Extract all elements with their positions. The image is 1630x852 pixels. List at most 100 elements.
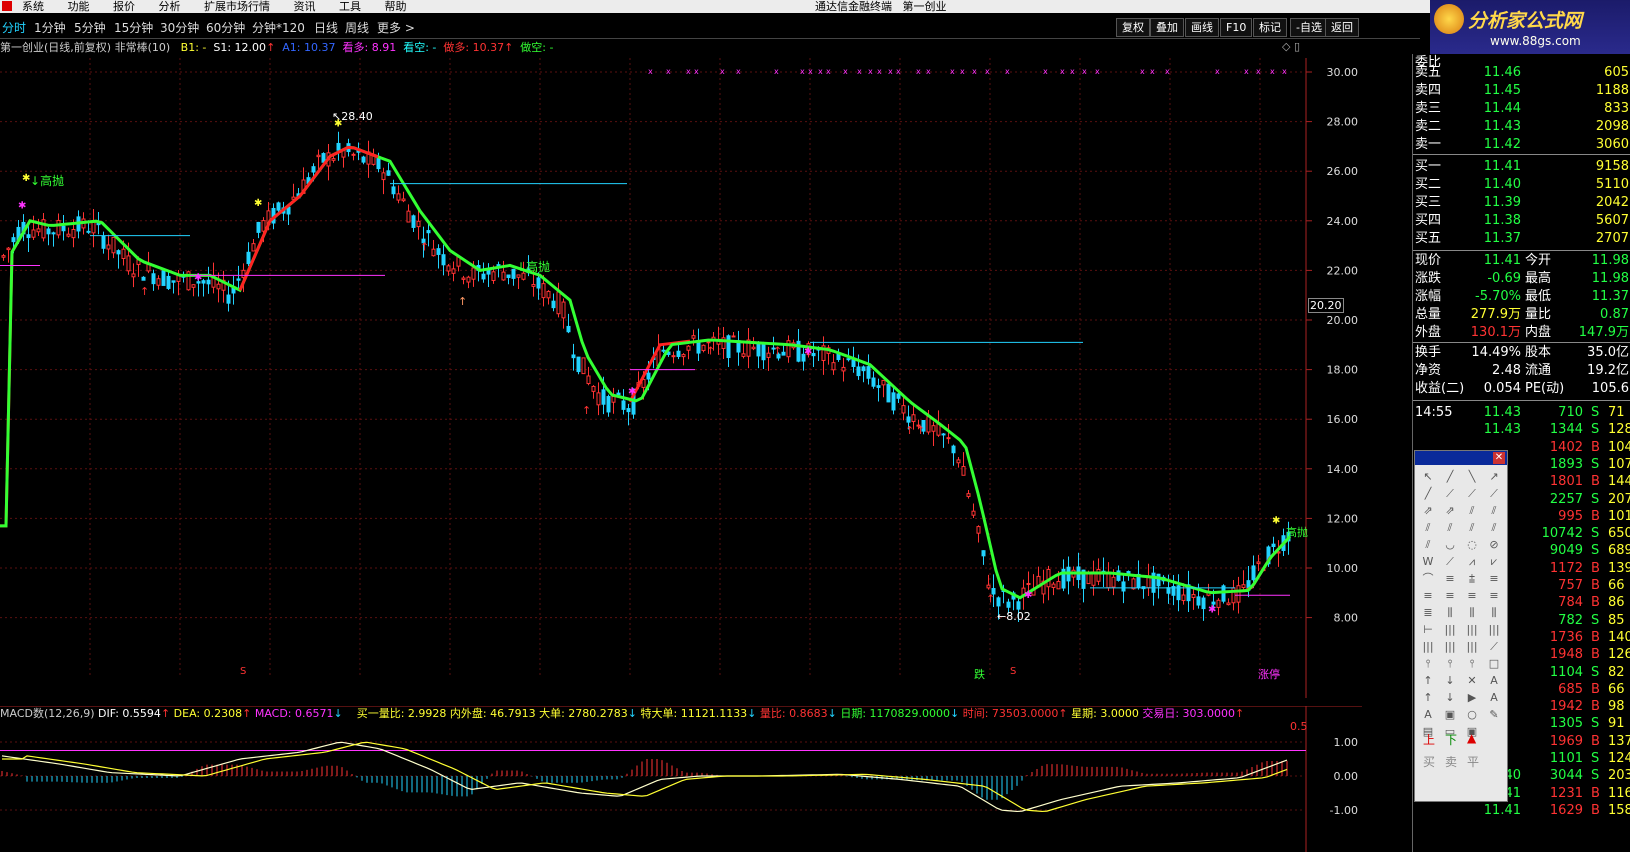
drawing-tool-icon[interactable]: ⫽ (1419, 537, 1437, 553)
drawing-tool-icon[interactable]: ⟋ (1441, 554, 1459, 570)
drawing-tool-icon[interactable]: ⫽ (1463, 520, 1481, 536)
tool-flag-icon[interactable]: ▲ (1467, 731, 1476, 745)
bid-row[interactable]: 买二 11.40 5110 (1413, 176, 1630, 194)
menu-function[interactable]: 功能 (68, 0, 90, 13)
menu-help[interactable]: 帮助 (385, 0, 407, 13)
bid-row[interactable]: 买四 11.38 5607 (1413, 212, 1630, 230)
drawing-tool-icon[interactable]: ⫯ (1463, 656, 1481, 672)
drawing-tool-icon[interactable]: ⫼ (1441, 605, 1459, 621)
drawing-tool-icon[interactable]: ✕ (1463, 673, 1481, 689)
period-tab-1min[interactable]: 1分钟 (34, 19, 66, 36)
menu-analysis[interactable]: 分析 (159, 0, 181, 13)
drawing-tool-icon[interactable]: ↖ (1419, 469, 1437, 485)
overlay-button[interactable]: 叠加 (1150, 18, 1184, 37)
drawing-tool-icon[interactable]: ⫯ (1441, 656, 1459, 672)
drawing-tool-icon[interactable]: ⟋ (1485, 486, 1503, 502)
period-tab-weekly[interactable]: 周线 (345, 19, 369, 36)
period-tab-60min[interactable]: 60分钟 (206, 19, 245, 36)
period-tab-120min[interactable]: 分钟*120 (252, 19, 305, 36)
drawing-tool-icon[interactable]: ⊘ (1485, 537, 1503, 553)
drawing-tool-icon[interactable]: ⩗ (1485, 554, 1503, 570)
watchlist-button[interactable]: -自选 (1290, 18, 1328, 37)
drawing-tool-icon[interactable]: ▶ (1463, 690, 1481, 706)
drawing-tool-icon[interactable]: ||| (1463, 639, 1481, 655)
drawing-tool-icon[interactable]: ⌒ (1419, 571, 1437, 587)
f10-button[interactable]: F10 (1220, 18, 1253, 37)
ask-row[interactable]: 卖二 11.43 2098 (1413, 118, 1630, 136)
drawing-tool-icon[interactable]: ⫽ (1419, 520, 1437, 536)
period-tab-more[interactable]: 更多 > (377, 19, 415, 36)
tool-up[interactable]: 上 (1423, 731, 1435, 748)
menu-system[interactable]: 系统 (22, 0, 44, 13)
drawing-tool-icon[interactable]: ⩘ (1463, 554, 1481, 570)
ask-row[interactable]: 卖三 11.44 833 (1413, 100, 1630, 118)
drawing-tool-icon[interactable]: ≡ (1441, 588, 1459, 604)
drawing-tool-icon[interactable]: ↓ (1441, 673, 1459, 689)
menu-quote[interactable]: 报价 (113, 0, 135, 13)
period-tab-fenshi[interactable]: 分时 (2, 19, 26, 36)
period-tab-15min[interactable]: 15分钟 (114, 19, 153, 36)
tool-down[interactable]: 下 (1445, 731, 1457, 748)
drawing-tool-icon[interactable]: ⫽ (1485, 503, 1503, 519)
drawing-tool-icon[interactable]: ≣ (1419, 605, 1437, 621)
tool-flat[interactable]: 平 (1467, 753, 1479, 770)
drawing-tool-icon[interactable]: ||| (1441, 639, 1459, 655)
drawing-tools-palette[interactable]: ✕ ↖ ╱ ╲ ↗ ╱ ⟋ ⟋ ⟋ ⇗ ⇗ ⫽ ⫽ ⫽ ⫽ ⫽ ⫽ ⫽ ◡ ◌ ⊘ W ⟋ ⩘ ⩗ ⌒ ≡ ⩲ ≡ ≡ ≡ ≡ ≡ ≣ ⫼ ⫼ ⫼ ⊢ |… (1414, 450, 1508, 802)
drawing-tool-icon[interactable]: ⇗ (1441, 503, 1459, 519)
ask-row[interactable]: 卖四 11.45 1188 (1413, 82, 1630, 100)
drawing-tool-icon[interactable]: ||| (1419, 639, 1437, 655)
draw-line-button[interactable]: 画线 (1185, 18, 1219, 37)
drawing-tool-icon[interactable]: A (1485, 690, 1503, 706)
drawing-tool-icon[interactable]: ↓ (1441, 690, 1459, 706)
ask-row[interactable]: 卖一 11.42 3060 (1413, 136, 1630, 154)
macd-chart[interactable]: 1.00 0.00 -1.00 (0, 706, 1362, 852)
mark-button[interactable]: 标记 (1253, 18, 1287, 37)
drawing-tool-icon[interactable]: ⫽ (1463, 503, 1481, 519)
fuquan-button[interactable]: 复权 (1116, 18, 1150, 37)
drawing-tool-icon[interactable]: ⊢ (1419, 622, 1437, 638)
drawing-tool-icon[interactable]: ╲ (1463, 469, 1481, 485)
tool-sell[interactable]: 卖 (1445, 753, 1457, 770)
drawing-tool-icon[interactable]: ◌ (1463, 537, 1481, 553)
drawing-tool-icon[interactable]: ⫼ (1485, 605, 1503, 621)
drawing-tool-icon[interactable]: ≡ (1441, 571, 1459, 587)
bid-row[interactable]: 买三 11.39 2042 (1413, 194, 1630, 212)
tool-buy[interactable]: 买 (1423, 753, 1435, 770)
drawing-tool-icon[interactable]: A (1485, 673, 1503, 689)
bid-row[interactable]: 买五 11.37 2707 (1413, 230, 1630, 248)
drawing-tool-icon[interactable]: ||| (1485, 622, 1503, 638)
drawing-tool-icon[interactable]: ≡ (1485, 588, 1503, 604)
chart-restore-icon[interactable]: ◇ ▯ (1282, 40, 1300, 53)
tools-titlebar[interactable]: ✕ (1415, 451, 1507, 465)
menu-tools[interactable]: 工具 (339, 0, 361, 13)
drawing-tool-icon[interactable]: ||| (1463, 622, 1481, 638)
drawing-tool-icon[interactable]: ╱ (1441, 469, 1459, 485)
drawing-tool-icon[interactable]: ⟋ (1485, 639, 1503, 655)
drawing-tool-icon[interactable]: ≡ (1463, 588, 1481, 604)
drawing-tool-icon[interactable]: ≡ (1485, 571, 1503, 587)
menu-extended-market[interactable]: 扩展市场行情 (204, 0, 270, 13)
kline-chart[interactable]: x x x x x x x x x x x x x x x x x x x x x x x x x x x x x x x x x x x x x↑↑↑… (0, 58, 1362, 698)
period-tab-30min[interactable]: 30分钟 (160, 19, 199, 36)
drawing-tool-icon[interactable]: ↑ (1419, 673, 1437, 689)
drawing-tool-icon[interactable]: ⫽ (1485, 520, 1503, 536)
drawing-tool-icon[interactable]: ||| (1441, 622, 1459, 638)
menu-info[interactable]: 资讯 (294, 0, 316, 13)
drawing-tool-icon[interactable]: ⟋ (1463, 486, 1481, 502)
drawing-tool-icon[interactable]: ⫼ (1463, 605, 1481, 621)
ask-row[interactable]: 卖五 11.46 605 (1413, 64, 1630, 82)
drawing-tool-icon[interactable]: ≡ (1419, 588, 1437, 604)
drawing-tool-icon[interactable]: ⟋ (1441, 486, 1459, 502)
drawing-tool-icon[interactable]: ⫯ (1419, 656, 1437, 672)
drawing-tool-icon[interactable]: W (1419, 554, 1437, 570)
drawing-tool-icon[interactable]: ○ (1463, 707, 1481, 723)
drawing-tool-icon[interactable]: ◡ (1441, 537, 1459, 553)
back-button[interactable]: 返回 (1325, 18, 1359, 37)
period-tab-daily[interactable]: 日线 (314, 19, 338, 36)
drawing-tool-icon[interactable]: ▣ (1441, 707, 1459, 723)
drawing-tool-icon[interactable]: A (1419, 707, 1437, 723)
drawing-tool-icon[interactable]: ↑ (1419, 690, 1437, 706)
drawing-tool-icon[interactable]: ✎ (1485, 707, 1503, 723)
bid-row[interactable]: 买一 11.41 9158 (1413, 158, 1630, 176)
drawing-tool-icon[interactable]: ╱ (1419, 486, 1437, 502)
